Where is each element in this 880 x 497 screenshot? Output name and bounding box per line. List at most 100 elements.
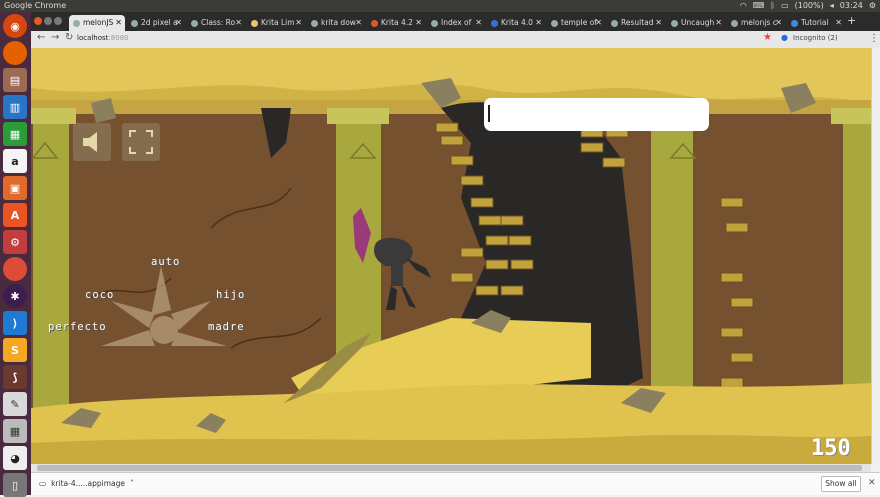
vscode-icon[interactable]: ⟩	[3, 311, 27, 335]
tab-label: Krita Lim	[261, 18, 295, 27]
new-tab-button[interactable]: +	[847, 14, 856, 27]
amazon-icon[interactable]: a	[3, 149, 27, 173]
download-bar: ▭ krita-4.....appimage ˄ Show all ✕	[31, 472, 880, 495]
sublime-icon[interactable]: S	[3, 338, 27, 362]
bookmark-star-icon[interactable]: ★	[763, 32, 772, 43]
clock[interactable]: 03:24	[840, 0, 863, 12]
close-tab-icon[interactable]: ✕	[655, 15, 662, 31]
tab-label: temple of	[561, 18, 597, 27]
tab-item[interactable]: melonjs c ✕	[727, 15, 785, 31]
tab-item[interactable]: Index of ✕	[427, 15, 485, 31]
option-top[interactable]: auto	[151, 256, 180, 268]
settings-icon[interactable]: ⚙	[869, 0, 876, 12]
text-editor-icon[interactable]: ✎	[3, 392, 27, 416]
close-tab-icon[interactable]: ✕	[355, 15, 362, 31]
close-tab-icon[interactable]: ✕	[715, 15, 722, 31]
close-tab-icon[interactable]: ✕	[475, 15, 482, 31]
chrome-icon[interactable]	[3, 257, 27, 281]
slack-icon[interactable]: ✱	[3, 284, 27, 308]
score-display: 150	[811, 436, 851, 461]
download-filename: krita-4.....appimage	[51, 479, 126, 488]
tab-item[interactable]: Krita 4.2 ✕	[367, 15, 425, 31]
google-favicon-icon	[671, 19, 678, 27]
minimize-window-button[interactable]	[44, 17, 52, 25]
fullscreen-button[interactable]	[122, 123, 160, 161]
show-all-button[interactable]: Show all	[821, 476, 861, 492]
close-tab-icon[interactable]: ✕	[295, 15, 302, 31]
reload-icon[interactable]: ↻	[65, 32, 73, 43]
volume-icon[interactable]: ◂	[830, 0, 834, 12]
back-icon[interactable]: ←	[37, 32, 45, 43]
wifi-icon[interactable]: ◠	[740, 0, 747, 12]
download-item[interactable]: ▭ krita-4.....appimage ˄	[39, 479, 134, 488]
tab-label: melonjs c	[741, 18, 777, 27]
option-right[interactable]: hijo	[216, 289, 245, 301]
impress-icon[interactable]: ▣	[3, 176, 27, 200]
keyboard-icon[interactable]: ⌨	[753, 0, 765, 12]
system-settings-icon[interactable]: ⚙	[3, 230, 27, 254]
close-tab-icon[interactable]: ✕	[835, 15, 842, 31]
close-tab-icon[interactable]: ✕	[115, 15, 122, 31]
close-tab-icon[interactable]: ✕	[775, 15, 782, 31]
scrollbar-thumb[interactable]	[37, 465, 862, 471]
penguin-icon[interactable]: ◕	[3, 446, 27, 470]
firefox-icon[interactable]	[3, 41, 27, 65]
tab-label: 2d pixel a	[141, 18, 178, 27]
tab-item[interactable]: Resultad ✕	[607, 15, 665, 31]
close-window-button[interactable]	[34, 17, 42, 25]
text-caret	[488, 105, 490, 122]
system-top-bar: Google Chrome ◠ ⌨ ᛒ ▭ (100%) ◂ 03:24 ⚙	[0, 0, 880, 12]
extension-icon[interactable]: ●	[781, 33, 788, 42]
tab-item[interactable]: Tutorial ✕	[787, 15, 845, 31]
ubuntu-dash-icon[interactable]: ◉	[3, 14, 27, 38]
files-icon[interactable]: ▤	[3, 68, 27, 92]
battery-icon[interactable]: ▭	[781, 0, 789, 12]
game-canvas[interactable]: auto coco hijo perfecto madre	[31, 48, 871, 464]
option-left[interactable]: coco	[85, 289, 114, 301]
google-favicon-icon	[611, 19, 618, 27]
tab-item[interactable]: Krita Lim ✕	[247, 15, 305, 31]
tab-item[interactable]: 2d pixel a ✕	[127, 15, 185, 31]
calculator-icon[interactable]: ▦	[3, 419, 27, 443]
tab-melonjs[interactable]: melonJS ✕	[69, 15, 125, 31]
vertical-scrollbar[interactable]	[871, 48, 880, 464]
tab-label: Krita 4.2	[381, 18, 413, 27]
close-tab-icon[interactable]: ✕	[175, 15, 182, 31]
close-tab-icon[interactable]: ✕	[595, 15, 602, 31]
speaker-icon	[83, 132, 97, 152]
sound-toggle-button[interactable]	[73, 123, 111, 161]
tab-item[interactable]: Class: Ro ✕	[187, 15, 245, 31]
forward-icon[interactable]: →	[51, 32, 59, 43]
krita-favicon-icon	[371, 19, 378, 27]
chrome-favicon-icon	[131, 19, 138, 27]
incognito-badge[interactable]: Incognito (2)	[793, 34, 838, 42]
bluetooth-icon[interactable]: ᛒ	[770, 0, 775, 12]
writer-icon[interactable]: ▥	[3, 95, 27, 119]
page-icon	[73, 19, 80, 27]
trash-icon[interactable]: ▯	[3, 473, 27, 497]
tab-item[interactable]: temple of ✕	[547, 15, 605, 31]
address-bar[interactable]: localhost:8080	[77, 34, 129, 42]
option-bottom-left[interactable]: perfecto	[48, 321, 107, 333]
software-center-icon[interactable]: A	[3, 203, 27, 227]
tab-item[interactable]: krita dow ✕	[307, 15, 365, 31]
close-icon[interactable]: ✕	[868, 478, 876, 488]
doc-favicon-icon	[251, 19, 258, 27]
close-tab-icon[interactable]: ✕	[415, 15, 422, 31]
calc-icon[interactable]: ▦	[3, 122, 27, 146]
menu-icon[interactable]: ⋮	[869, 33, 879, 44]
close-tab-icon[interactable]: ✕	[535, 15, 542, 31]
answer-text-box[interactable]	[484, 98, 709, 131]
option-bottom-right[interactable]: madre	[208, 321, 245, 333]
maximize-window-button[interactable]	[54, 17, 62, 25]
tab-strip: melonJS ✕ 2d pixel a ✕ Class: Ro ✕ Krita Li…	[31, 12, 880, 31]
tab-item[interactable]: Uncaugh ✕	[667, 15, 725, 31]
app-title: Google Chrome	[4, 1, 67, 10]
chevron-up-icon[interactable]: ˄	[130, 479, 134, 488]
close-tab-icon[interactable]: ✕	[235, 15, 242, 31]
google-favicon-icon	[731, 19, 738, 27]
krita-icon[interactable]: ⟆	[3, 365, 27, 389]
horizontal-scrollbar[interactable]	[31, 464, 871, 472]
fullscreen-icon	[129, 130, 153, 154]
tab-item[interactable]: Krita 4.0 ✕	[487, 15, 545, 31]
